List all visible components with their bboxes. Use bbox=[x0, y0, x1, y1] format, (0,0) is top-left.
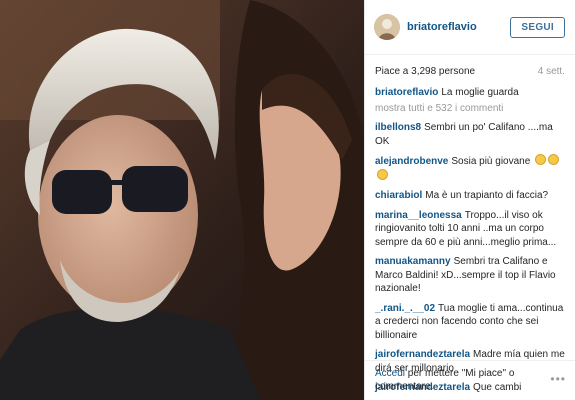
selfie-image bbox=[0, 0, 364, 400]
comments-list: briatoreflavio La moglie guarda mostra tu… bbox=[365, 86, 575, 395]
comment-username[interactable]: _.rani._.__02 bbox=[375, 303, 435, 314]
likes-row: Piace a 3,298 persone 4 sett. bbox=[365, 55, 575, 86]
comment: _.rani._.__02 Tua moglie ti ama...continu… bbox=[375, 302, 565, 343]
sweat-smile-emoji-icon bbox=[377, 168, 388, 180]
header-username[interactable]: briatoreflavio bbox=[407, 21, 510, 33]
comment-username[interactable]: alejandrobenve bbox=[375, 156, 448, 167]
comment: chiarabiol Ma è un trapianto di faccia? bbox=[375, 189, 565, 203]
comment-username[interactable]: marina__leonessa bbox=[375, 210, 462, 221]
comment-username[interactable]: manuakamanny bbox=[375, 256, 451, 267]
comment: alejandrobenve Sosia più giovane bbox=[375, 154, 565, 183]
sweat-smile-emoji-icon bbox=[535, 154, 547, 165]
sweat-smile-emoji-icon bbox=[548, 154, 560, 165]
post-panel: briatoreflavio SEGUI Piace a 3,298 perso… bbox=[364, 0, 575, 400]
caption-text: La moglie guarda bbox=[441, 87, 519, 98]
follow-button[interactable]: SEGUI bbox=[510, 16, 565, 38]
post-photo[interactable] bbox=[0, 0, 364, 400]
view-all-comments-link[interactable]: mostra tutti e 532 i commenti bbox=[375, 102, 565, 116]
login-link[interactable]: Accedi bbox=[375, 368, 405, 379]
post-header: briatoreflavio SEGUI bbox=[365, 0, 575, 55]
instagram-post: briatoreflavio SEGUI Piace a 3,298 perso… bbox=[0, 0, 575, 400]
comment: marina__leonessa Troppo...il viso ok ring… bbox=[375, 209, 565, 250]
comment-username[interactable]: ilbellons8 bbox=[375, 122, 421, 133]
login-prompt: Accedi per mettere "Mi piace" o commenta… bbox=[365, 360, 575, 400]
avatar-image bbox=[374, 14, 400, 40]
likes-count[interactable]: Piace a 3,298 persone bbox=[375, 66, 475, 86]
caption-username[interactable]: briatoreflavio bbox=[375, 87, 438, 98]
comment: manuakamanny Sembri tra Califano e Marco … bbox=[375, 255, 565, 296]
post-time[interactable]: 4 sett. bbox=[538, 66, 565, 86]
comment-username[interactable]: jairofernandeztarela bbox=[375, 349, 470, 360]
comment-text: Sosia più giovane bbox=[451, 156, 531, 167]
comment-text: Ma è un trapianto di faccia? bbox=[425, 190, 549, 201]
caption: briatoreflavio La moglie guarda bbox=[375, 86, 565, 100]
comment: ilbellons8 Sembri un po' Califano ....ma … bbox=[375, 121, 565, 148]
comment-username[interactable]: chiarabiol bbox=[375, 190, 422, 201]
more-options-icon[interactable]: ••• bbox=[550, 373, 566, 386]
avatar[interactable] bbox=[374, 14, 400, 40]
